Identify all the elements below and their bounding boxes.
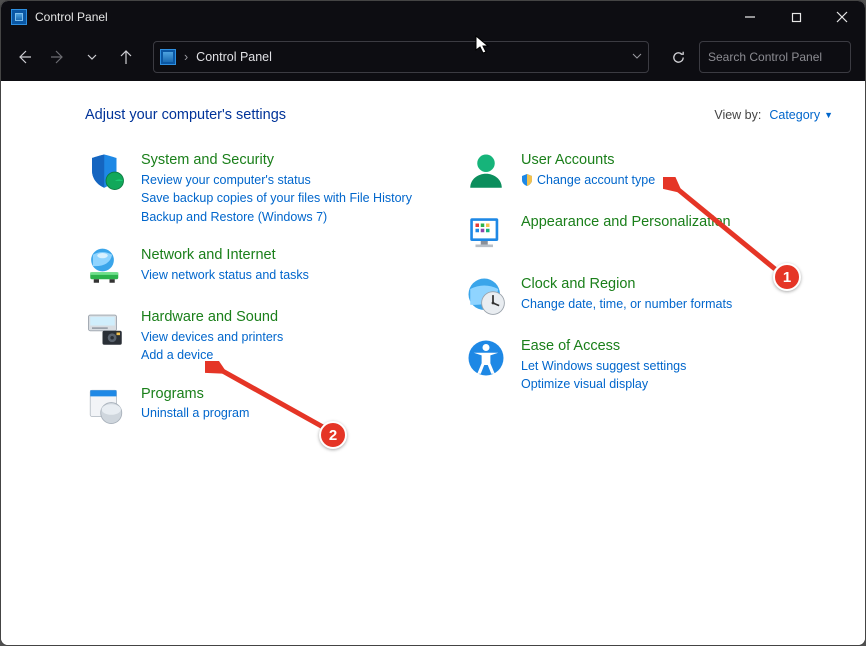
chevron-right-icon: › bbox=[184, 50, 188, 64]
category-user-accounts: User Accounts Change account type bbox=[465, 151, 795, 193]
category-link[interactable]: View network status and tasks bbox=[141, 267, 309, 285]
close-button[interactable] bbox=[819, 1, 865, 33]
chevron-down-icon: ▼ bbox=[824, 110, 833, 120]
control-panel-icon bbox=[11, 9, 27, 25]
address-bar[interactable]: › Control Panel bbox=[153, 41, 649, 73]
category-title[interactable]: Hardware and Sound bbox=[141, 308, 283, 328]
window-title: Control Panel bbox=[35, 10, 108, 24]
category-link[interactable]: Uninstall a program bbox=[141, 405, 249, 423]
window: Control Panel › Control Panel Adjust you… bbox=[0, 0, 866, 646]
category-title[interactable]: Network and Internet bbox=[141, 246, 309, 266]
chevron-down-icon[interactable] bbox=[632, 50, 642, 64]
category-link[interactable]: View devices and printers bbox=[141, 329, 283, 347]
titlebar: Control Panel bbox=[1, 1, 865, 33]
control-panel-mini-icon bbox=[160, 49, 176, 65]
appearance-personalization-icon bbox=[465, 213, 507, 255]
category-title[interactable]: Clock and Region bbox=[521, 275, 732, 295]
view-by-dropdown[interactable]: Category ▼ bbox=[769, 108, 833, 122]
page-title: Adjust your computer's settings bbox=[85, 107, 286, 123]
category-link[interactable]: Backup and Restore (Windows 7) bbox=[141, 209, 412, 227]
view-by-value: Category bbox=[769, 108, 820, 122]
category-title[interactable]: System and Security bbox=[141, 151, 412, 171]
category-title[interactable]: Appearance and Personalization bbox=[521, 213, 731, 233]
search-input[interactable] bbox=[708, 50, 863, 64]
category-appearance-personalization: Appearance and Personalization bbox=[465, 213, 795, 255]
navbar: › Control Panel bbox=[1, 33, 865, 81]
category-link[interactable]: Optimize visual display bbox=[521, 376, 686, 394]
back-button[interactable] bbox=[9, 42, 39, 72]
view-by: View by: Category ▼ bbox=[714, 108, 833, 122]
recent-locations-button[interactable] bbox=[77, 42, 107, 72]
category-link[interactable]: Save backup copies of your files with Fi… bbox=[141, 190, 412, 208]
clock-region-icon bbox=[465, 275, 507, 317]
category-ease-of-access: Ease of Access Let Windows suggest setti… bbox=[465, 337, 795, 394]
category-system-security: System and Security Review your computer… bbox=[85, 151, 425, 226]
category-link[interactable]: Let Windows suggest settings bbox=[521, 358, 686, 376]
hardware-sound-icon bbox=[85, 308, 127, 350]
category-clock-region: Clock and Region Change date, time, or n… bbox=[465, 275, 795, 317]
minimize-button[interactable] bbox=[727, 1, 773, 33]
uac-shield-icon bbox=[521, 174, 533, 186]
category-link[interactable]: Change date, time, or number formats bbox=[521, 296, 732, 314]
category-programs: Programs Uninstall a program bbox=[85, 385, 425, 427]
category-network-internet: Network and Internet View network status… bbox=[85, 246, 425, 288]
category-link-text: Change account type bbox=[537, 172, 655, 190]
network-internet-icon bbox=[85, 246, 127, 288]
system-security-icon bbox=[85, 151, 127, 193]
category-title[interactable]: Programs bbox=[141, 385, 249, 405]
category-title[interactable]: User Accounts bbox=[521, 151, 655, 171]
category-title[interactable]: Ease of Access bbox=[521, 337, 686, 357]
up-button[interactable] bbox=[111, 42, 141, 72]
content-area: Adjust your computer's settings View by:… bbox=[1, 81, 865, 645]
category-link[interactable]: Review your computer's status bbox=[141, 172, 412, 190]
categories-left-column: System and Security Review your computer… bbox=[85, 151, 425, 427]
refresh-button[interactable] bbox=[661, 41, 695, 73]
categories-right-column: User Accounts Change account type Appear… bbox=[465, 151, 795, 427]
category-link[interactable]: Add a device bbox=[141, 347, 283, 365]
category-hardware-sound: Hardware and Sound View devices and prin… bbox=[85, 308, 425, 365]
ease-of-access-icon bbox=[465, 337, 507, 379]
category-link[interactable]: Change account type bbox=[521, 172, 655, 190]
search-box[interactable] bbox=[699, 41, 851, 73]
view-by-label: View by: bbox=[714, 108, 761, 122]
forward-button[interactable] bbox=[43, 42, 73, 72]
programs-icon bbox=[85, 385, 127, 427]
user-accounts-icon bbox=[465, 151, 507, 193]
maximize-button[interactable] bbox=[773, 1, 819, 33]
address-path: Control Panel bbox=[196, 50, 272, 64]
